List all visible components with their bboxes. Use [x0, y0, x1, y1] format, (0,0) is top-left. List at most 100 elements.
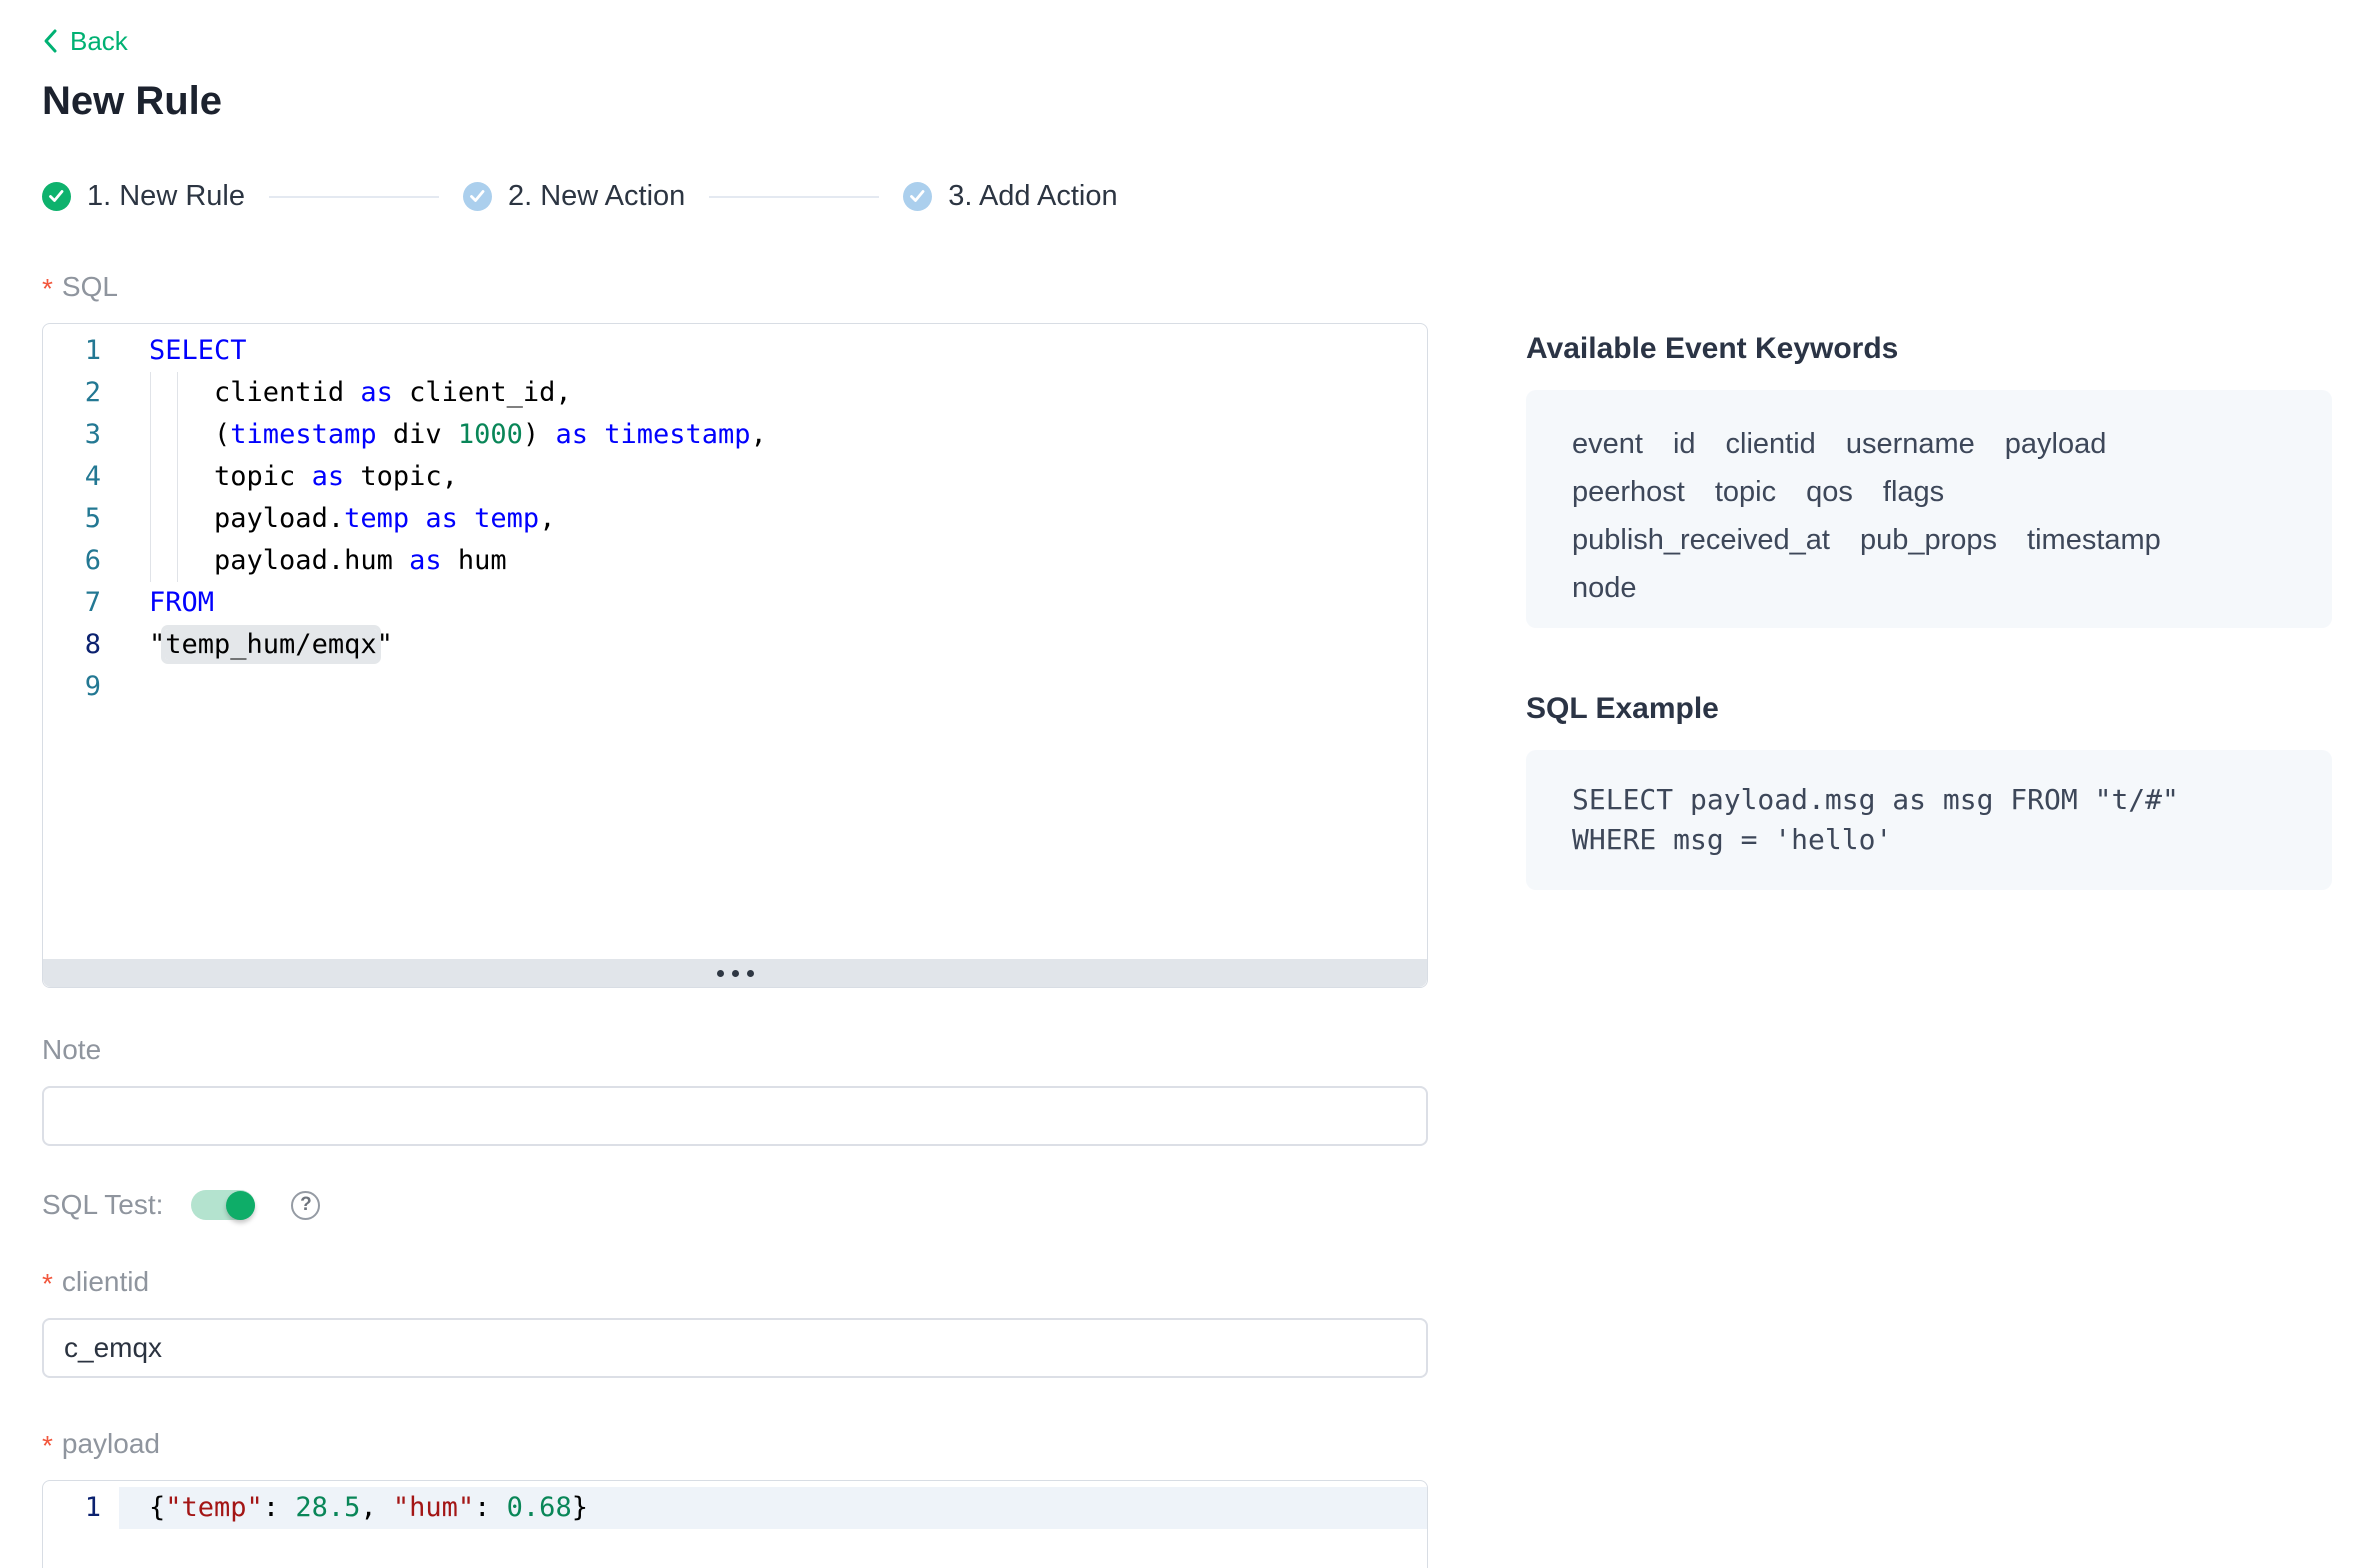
step-3: 3. Add Action — [903, 180, 1117, 213]
step-check-icon — [463, 182, 492, 211]
sql-example-box: SELECT payload.msg as msg FROM "t/#"WHER… — [1526, 750, 2332, 890]
code-content: (timestamp div 1000) as timestamp, — [119, 414, 1427, 456]
keyword-username[interactable]: username — [1846, 420, 1975, 468]
code-content: clientid as client_id, — [119, 372, 1427, 414]
code-content: {"temp": 28.5, "hum": 0.68} — [119, 1487, 1427, 1529]
code-line: 8"temp_hum/emqx" — [43, 624, 1427, 666]
payload-field-label: * payload — [42, 1430, 1428, 1458]
keywords-box: eventid clientid username payload peerhost to… — [1526, 390, 2332, 628]
code-line: 9 — [43, 666, 1427, 708]
line-number: 1 — [43, 330, 119, 372]
step-connector — [709, 196, 879, 198]
code-line: 4 topic as topic, — [43, 456, 1427, 498]
back-button[interactable]: Back — [42, 28, 128, 54]
back-chevron-icon — [42, 28, 58, 54]
line-number: 8 — [43, 624, 119, 666]
payload-editor-lines: 1{"temp": 28.5, "hum": 0.68} — [43, 1481, 1427, 1568]
editor-resize-handle[interactable] — [43, 959, 1427, 987]
line-number: 7 — [43, 582, 119, 624]
sql-editor-lines: 1SELECT2 clientid as client_id,3 (timest… — [43, 324, 1427, 959]
indent-guide — [150, 540, 151, 582]
keyword-pub_props[interactable]: pub_props — [1860, 516, 1997, 564]
keyword-payload[interactable]: payload — [2005, 420, 2107, 468]
help-icon[interactable]: ? — [291, 1191, 320, 1220]
note-input[interactable] — [42, 1086, 1428, 1146]
code-content — [119, 666, 1427, 708]
line-number: 9 — [43, 666, 119, 708]
keyword-publish_received_at[interactable]: publish_received_at — [1572, 516, 1830, 564]
step-label: 1. New Rule — [87, 180, 245, 213]
resize-dots-icon — [717, 970, 724, 977]
toggle-knob-icon — [226, 1191, 255, 1220]
code-line: 1{"temp": 28.5, "hum": 0.68} — [43, 1487, 1427, 1529]
code-content: FROM — [119, 582, 1427, 624]
keyword-timestamp[interactable]: timestamp — [2027, 516, 2161, 564]
sql-editor[interactable]: 1SELECT2 clientid as client_id,3 (timest… — [42, 323, 1428, 988]
indent-guide — [177, 372, 178, 414]
keyword-flags[interactable]: flags — [1883, 468, 1944, 516]
payload-editor[interactable]: 1{"temp": 28.5, "hum": 0.68} — [42, 1480, 1428, 1568]
keyword-node[interactable]: node — [1572, 564, 1637, 612]
indent-guide — [177, 456, 178, 498]
code-line: 7FROM — [43, 582, 1427, 624]
step-check-icon — [903, 182, 932, 211]
note-field-label: Note — [42, 1036, 1428, 1064]
new-rule-page: Back New Rule 1. New Rule 2. New Action 3.… — [0, 0, 2356, 1568]
main-column: Back New Rule 1. New Rule 2. New Action 3.… — [42, 28, 1428, 1568]
code-content: payload.temp as temp, — [119, 498, 1427, 540]
code-line: 1SELECT — [43, 330, 1427, 372]
line-number: 1 — [43, 1487, 119, 1529]
step-2: 2. New Action — [463, 180, 685, 213]
example-code-line: WHERE msg = 'hello' — [1572, 820, 2286, 860]
indent-guide — [177, 498, 178, 540]
step-1: 1. New Rule — [42, 180, 245, 213]
keyword-row: peerhost topic qos flags — [1572, 468, 2286, 516]
keyword-id[interactable]: id — [1673, 420, 1696, 468]
stepper: 1. New Rule 2. New Action 3. Add Action — [42, 182, 1428, 211]
step-check-icon — [42, 182, 71, 211]
line-number: 4 — [43, 456, 119, 498]
code-line: 6 payload.hum as hum — [43, 540, 1427, 582]
resize-dots-icon — [732, 970, 739, 977]
keyword-topic[interactable]: topic — [1715, 468, 1776, 516]
indent-guide — [150, 456, 151, 498]
required-star: * — [42, 1432, 53, 1460]
indent-guide — [150, 372, 151, 414]
keyword-event[interactable]: event — [1572, 420, 1643, 468]
example-code-line: SELECT payload.msg as msg FROM "t/#" — [1572, 780, 2286, 820]
code-line: 5 payload.temp as temp, — [43, 498, 1427, 540]
keywords-panel: Available Event Keywords eventidclientid… — [1526, 334, 2332, 890]
resize-dots-icon — [747, 970, 754, 977]
keyword-row: eventid clientid username payload — [1572, 420, 2286, 468]
line-number: 3 — [43, 414, 119, 456]
line-number: 6 — [43, 540, 119, 582]
indent-guide — [177, 414, 178, 456]
step-label: 3. Add Action — [948, 180, 1117, 213]
code-content: topic as topic, — [119, 456, 1427, 498]
required-star: * — [42, 275, 53, 303]
indent-guide — [150, 498, 151, 540]
keyword-row: publish_received_at pub_props timestamp — [1572, 516, 2286, 564]
line-number: 2 — [43, 372, 119, 414]
keyword-row: node — [1572, 564, 2286, 612]
keyword-qos[interactable]: qos — [1806, 468, 1853, 516]
indent-guide — [177, 540, 178, 582]
sql-test-row: SQL Test: ? — [42, 1190, 1428, 1220]
sql-test-label: SQL Test: — [42, 1191, 163, 1219]
code-content: "temp_hum/emqx" — [119, 624, 1427, 666]
keyword-peerhost[interactable]: peerhost — [1572, 468, 1685, 516]
back-label: Back — [70, 28, 128, 54]
required-star: * — [42, 1270, 53, 1298]
page-title: New Rule — [42, 78, 1428, 124]
sql-test-toggle[interactable] — [191, 1190, 255, 1220]
clientid-field-label: * clientid — [42, 1268, 1428, 1296]
indent-guide — [150, 414, 151, 456]
code-content: SELECT — [119, 330, 1427, 372]
sql-example-title: SQL Example — [1526, 694, 2332, 724]
step-connector — [269, 196, 439, 198]
clientid-input[interactable] — [42, 1318, 1428, 1378]
code-line: 3 (timestamp div 1000) as timestamp, — [43, 414, 1427, 456]
keyword-clientid[interactable]: clientid — [1726, 420, 1816, 468]
code-content: payload.hum as hum — [119, 540, 1427, 582]
sql-field-label: * SQL — [42, 273, 1428, 301]
